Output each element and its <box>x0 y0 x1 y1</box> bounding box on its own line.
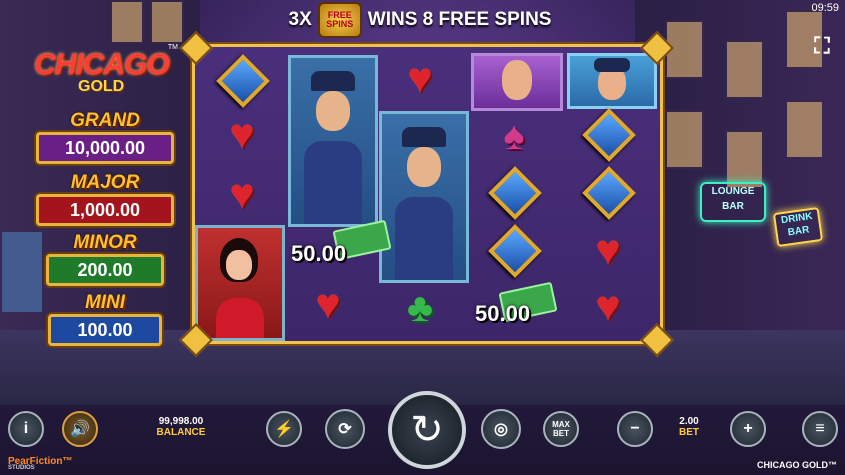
studio-logo: PearFiction™ STUDIOS <box>8 456 72 471</box>
bet-decrease-button[interactable]: − <box>617 411 653 447</box>
lounge-bar-sign: LOUNGE BAR <box>700 182 766 222</box>
jackpot-major: MAJOR 1,000.00 <box>30 172 180 228</box>
mobster-symbol <box>471 53 563 111</box>
bet-value: 2.00 <box>679 416 699 427</box>
max-bet-line1: MAX <box>552 420 570 429</box>
bet-increase-button[interactable]: + <box>730 411 766 447</box>
heart-symbol: ♥ <box>229 110 255 157</box>
jackpot-minor: MINOR 200.00 <box>40 232 170 288</box>
police-officer-small-symbol <box>567 53 657 109</box>
bet-display: 2.00 BET <box>664 416 714 438</box>
game-name-footer: CHICAGO GOLD™ <box>757 460 837 470</box>
minus-icon: − <box>630 420 640 437</box>
jackpot-label: MINOR <box>73 232 137 253</box>
spin-icon: ↻ <box>410 408 444 452</box>
jackpot-mini: MINI 100.00 <box>42 292 168 348</box>
heart-symbol: ♥ <box>229 170 255 217</box>
police-officer-symbol <box>379 111 469 283</box>
info-button[interactable]: i <box>8 411 44 447</box>
diamond-symbol <box>582 166 636 220</box>
face-shape <box>226 250 252 280</box>
hat-shape <box>594 58 630 72</box>
police-officer-symbol <box>288 55 378 227</box>
spin-button[interactable]: ↻ <box>388 391 466 469</box>
max-bet-button[interactable]: MAX BET <box>543 411 579 447</box>
balance-value: 99,998.00 <box>158 416 204 427</box>
coins-icon: ◎ <box>494 421 508 438</box>
coin-button[interactable]: ◎ <box>481 409 521 449</box>
free-spins-badge-icon: FREE SPINS <box>317 2 362 38</box>
jackpot-value: 10,000.00 <box>36 132 174 164</box>
cash-value: 50.00 <box>291 241 347 266</box>
reel-grid: ♥ ♥ ♥ ♥ ♣ ♠ ♥ ♥ 50.00 50.00 <box>192 44 663 344</box>
sound-button[interactable]: 🔊 <box>62 411 98 447</box>
bet-label: BET <box>679 427 699 438</box>
balance-label: BALANCE <box>156 427 206 438</box>
dress-shape <box>216 298 264 338</box>
diamond-symbol <box>488 224 542 278</box>
clock: 09:59 <box>811 2 839 14</box>
turbo-button[interactable]: ⚡ <box>266 411 302 447</box>
jackpot-value: 1,000.00 <box>36 194 174 226</box>
autoplay-icon: ⟳ <box>338 421 352 438</box>
face-shape <box>502 60 532 100</box>
drink-bar-sign: DRINK BAR <box>772 206 824 248</box>
max-bet-line2: BET <box>553 429 569 438</box>
jackpot-label: MAJOR <box>70 172 140 193</box>
logo-line2: GOLD <box>78 78 125 95</box>
jackpot-grand: GRAND 10,000.00 <box>30 110 180 166</box>
heart-symbol: ♥ <box>595 226 621 273</box>
woman-symbol <box>195 225 285 341</box>
logo-line1: CHICAGO <box>34 48 170 81</box>
jackpot-label: MINI <box>84 292 126 313</box>
speaker-icon: 🔊 <box>70 421 90 438</box>
logo-tm: TM <box>167 44 178 51</box>
balance-display: 99,998.00 BALANCE <box>146 416 216 438</box>
jackpot-label: GRAND <box>70 110 140 131</box>
plus-icon: + <box>743 420 753 437</box>
autoplay-button[interactable]: ⟳ <box>325 409 365 449</box>
club-symbol: ♣ <box>406 285 434 330</box>
info-icon: i <box>23 420 29 437</box>
fullscreen-icon[interactable]: ⛶ <box>806 30 838 62</box>
heart-symbol: ♥ <box>315 280 341 327</box>
spade-symbol: ♠ <box>503 113 525 158</box>
jackpot-value: 100.00 <box>48 314 162 346</box>
menu-icon: ≡ <box>815 420 825 437</box>
heart-symbol: ♥ <box>595 282 621 329</box>
lightning-icon: ⚡ <box>274 421 294 438</box>
banner-text: WINS 8 FREE SPINS <box>367 9 552 30</box>
banner-multiplier: 3X <box>288 9 312 30</box>
heart-symbol: ♥ <box>407 54 433 101</box>
game-logo: CHICAGO GOLD TM <box>28 44 178 104</box>
cash-value: 50.00 <box>475 301 531 326</box>
diamond-symbol <box>216 54 270 108</box>
menu-button[interactable]: ≡ <box>802 411 838 447</box>
diamond-symbol <box>582 108 636 162</box>
diamond-symbol <box>488 166 542 220</box>
badge-bottom: SPINS <box>326 19 354 29</box>
feature-banner: 3X FREE SPINS WINS 8 FREE SPINS <box>270 2 570 38</box>
jackpot-value: 200.00 <box>46 254 164 286</box>
